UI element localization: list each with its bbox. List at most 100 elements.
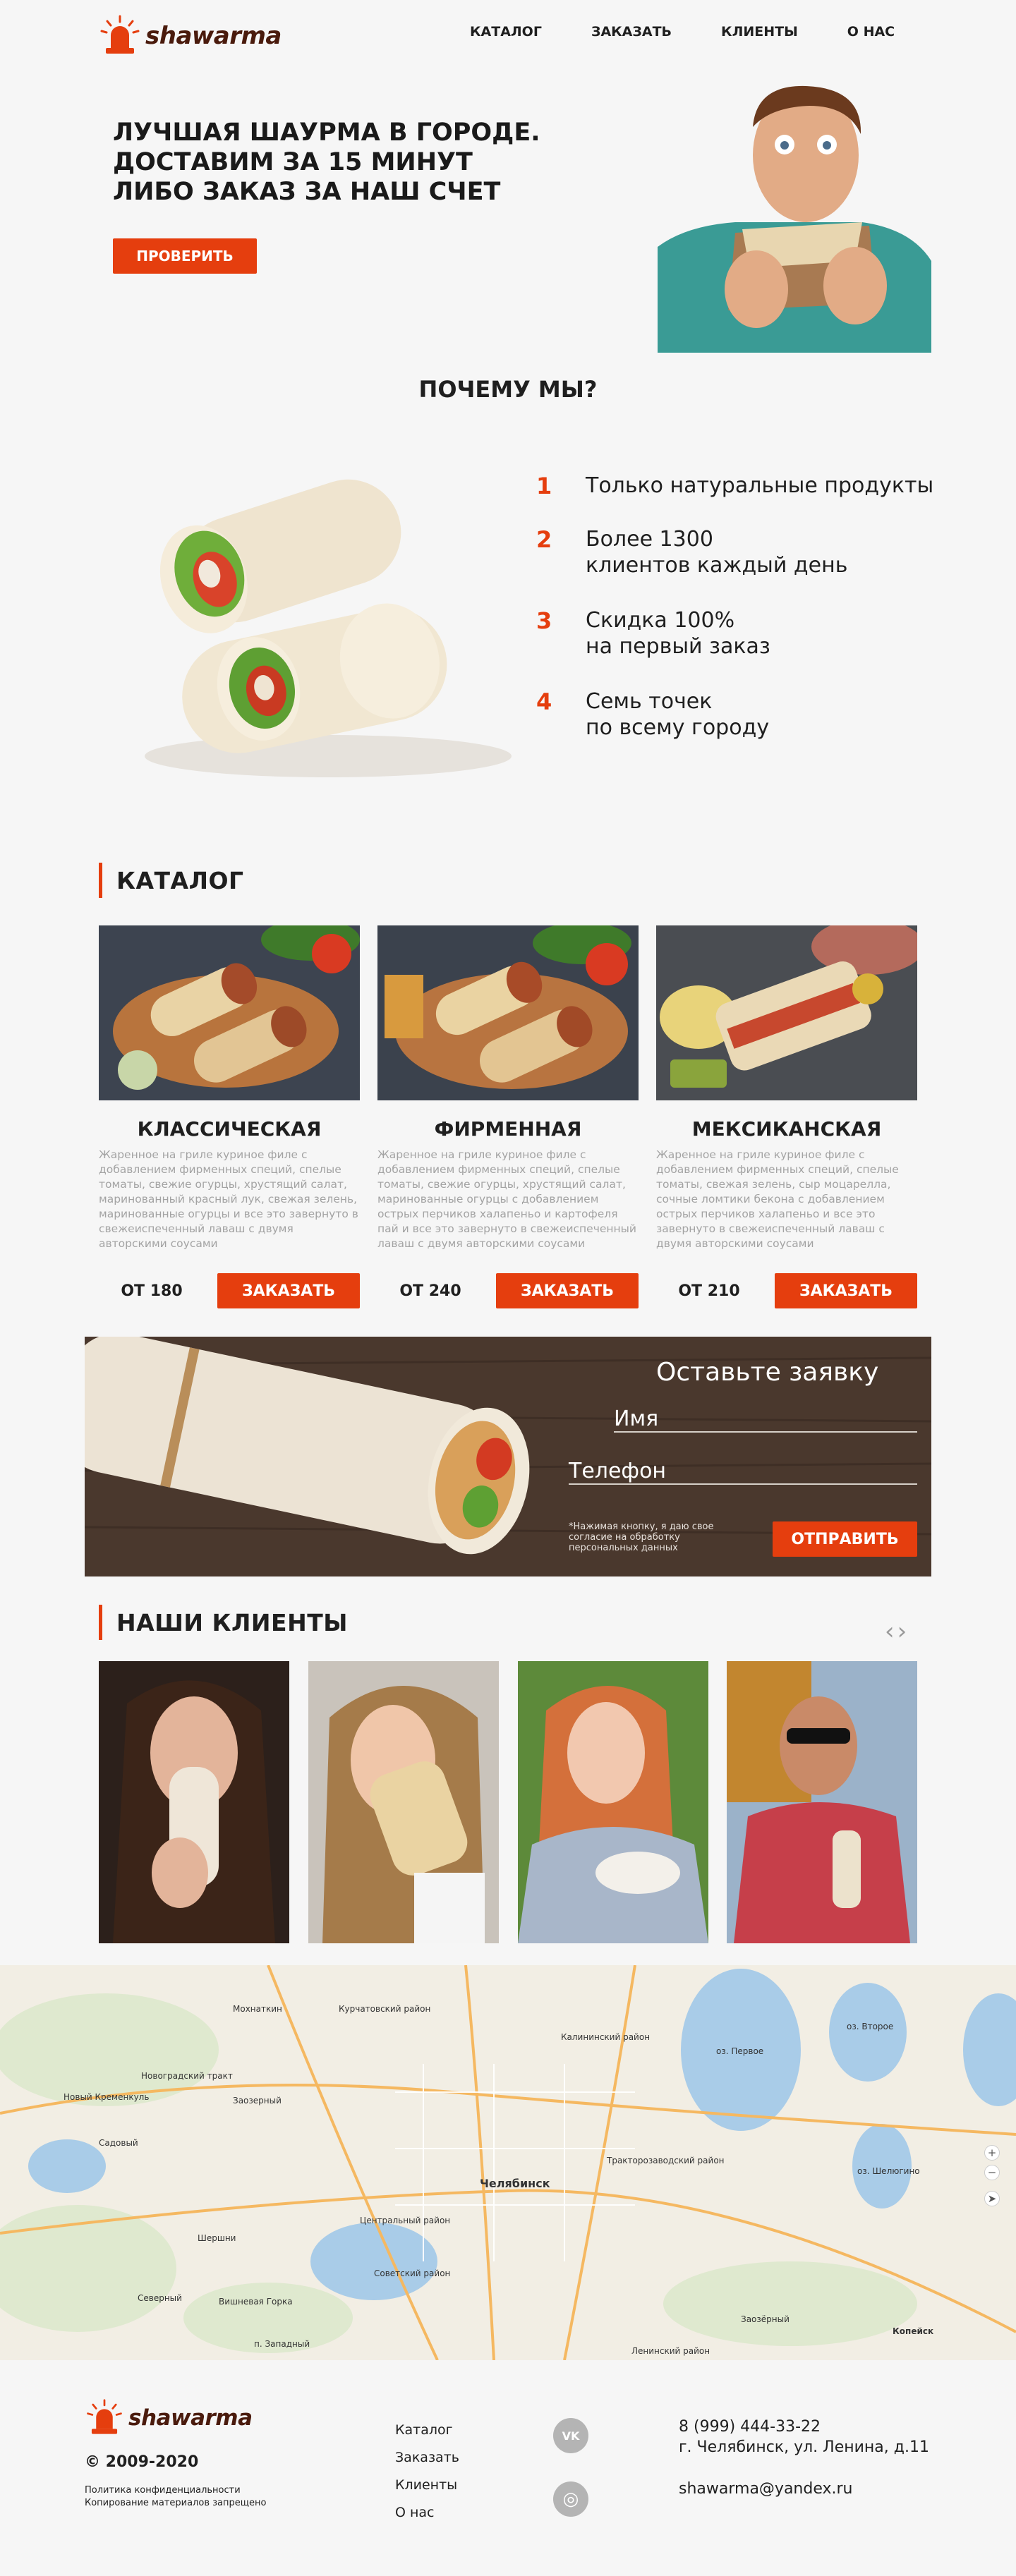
feature-line: Только натуральные продукты [586, 473, 934, 498]
map-label: Тракторозаводский район [607, 2156, 725, 2165]
map-label: Советский район [374, 2268, 451, 2278]
map-label: Копейск [893, 2326, 934, 2336]
map-label: Шершни [198, 2233, 236, 2243]
map-label: Ленинский район [631, 2346, 710, 2356]
client-photo [308, 1661, 499, 1943]
feature-line: на первый заказ [586, 634, 770, 659]
chevron-right-icon[interactable]: › [897, 1617, 910, 1646]
map-label: Калининский район [561, 2032, 651, 2042]
brand-name: shawarma [145, 22, 282, 50]
map-label: Садовый [99, 2138, 138, 2148]
location-map[interactable]: Мохнаткин Курчатовский район Калининский… [0, 1965, 1016, 2360]
feature-number: 2 [536, 526, 552, 553]
map-label: Центральный район [360, 2216, 451, 2225]
hero-photo [658, 78, 931, 353]
privacy-policy-link[interactable]: Политика конфиденциальности [85, 2484, 266, 2497]
header-logo[interactable]: shawarma [99, 14, 310, 58]
phone-number[interactable]: 8 (999) 444-33-22 [679, 2417, 929, 2437]
feature-item: 2 Более 1300 клиентов каждый день [536, 526, 960, 578]
copyright: © 2009-2020 [85, 2453, 199, 2471]
consent-line: *Нажимая кнопку, я даю свое [569, 1521, 714, 1532]
map-label: Заозерный [233, 2096, 282, 2106]
feature-line: Более 1300 [586, 527, 713, 552]
instagram-icon[interactable]: ◎ [553, 2481, 588, 2517]
feature-line: по всему городу [586, 715, 770, 740]
map-label: Северный [138, 2293, 182, 2303]
nav-catalog[interactable]: КАТАЛОГ [470, 24, 542, 40]
siren-icon [99, 14, 141, 58]
product-description: Жаренное на гриле куриное филе с добавле… [656, 1148, 899, 1250]
check-button[interactable]: ПРОВЕРИТЬ [113, 238, 257, 274]
send-button[interactable]: ОТПРАВИТЬ [773, 1521, 917, 1557]
footer-logo[interactable]: shawarma [85, 2398, 282, 2438]
phone-field[interactable]: Телефон [569, 1452, 917, 1485]
copy-notice: Копирование материалов запрещено [85, 2498, 267, 2508]
chevron-left-icon[interactable]: ‹ [885, 1617, 897, 1646]
map-label: Новоградский тракт [141, 2071, 233, 2081]
carousel-arrows: ‹› [885, 1617, 909, 1646]
footer-nav-catalog[interactable]: Каталог [395, 2417, 459, 2444]
catalog-title: КАТАЛОГ [116, 866, 244, 894]
hero-title-line: ЛИБО ЗАКАЗ ЗА НАШ СЧЕТ [113, 178, 501, 206]
zoom-in-button[interactable]: + [984, 2145, 1000, 2161]
feature-item: 4 Семь точек по всему городу [536, 688, 960, 741]
consent-line: согласие на обработку [569, 1532, 680, 1543]
map-label: Мохнаткин [233, 2004, 282, 2014]
clients-heading: НАШИ КЛИЕНТЫ [99, 1605, 348, 1640]
client-photo [518, 1661, 708, 1943]
client-photo [99, 1661, 289, 1943]
client-photo [727, 1661, 917, 1943]
product-name: КЛАССИЧЕСКАЯ [137, 1117, 322, 1141]
heading-accent-bar [99, 863, 102, 898]
nav-order[interactable]: ЗАКАЗАТЬ [591, 24, 672, 40]
vk-icon[interactable]: VK [553, 2418, 588, 2453]
product-price: ОТ 240 [399, 1282, 461, 1300]
product-price: ОТ 210 [678, 1282, 740, 1300]
feature-text: Более 1300 клиентов каждый день [586, 526, 847, 578]
heading-accent-bar [99, 1605, 102, 1640]
shawarma-rolls-photo [95, 446, 533, 786]
map-label: оз. Шелюгино [857, 2166, 920, 2176]
product-order-row: ОТ 240 ЗАКАЗАТЬ [377, 1273, 639, 1308]
consent-line: персональных данных [569, 1543, 678, 1553]
locate-icon[interactable]: ➤ [984, 2191, 1000, 2206]
hero-title: ЛУЧШАЯ ШАУРМА В ГОРОДЕ. ДОСТАВИМ ЗА 15 М… [113, 118, 540, 207]
feature-number: 1 [536, 473, 552, 499]
zoom-out-button[interactable]: − [984, 2165, 1000, 2180]
order-button[interactable]: ЗАКАЗАТЬ [217, 1273, 360, 1308]
name-field[interactable]: Имя [614, 1400, 917, 1433]
nav-clients[interactable]: КЛИЕНТЫ [721, 24, 798, 40]
feature-line: Скидка 100% [586, 608, 735, 633]
order-button[interactable]: ЗАКАЗАТЬ [775, 1273, 917, 1308]
main-nav: КАТАЛОГ ЗАКАЗАТЬ КЛИЕНТЫ О НАС [470, 24, 944, 40]
order-button[interactable]: ЗАКАЗАТЬ [496, 1273, 639, 1308]
footer-nav-about[interactable]: О нас [395, 2499, 459, 2527]
map-label: п. Западный [254, 2339, 310, 2349]
feature-text: Только натуральные продукты [586, 473, 933, 499]
footer-nav: Каталог Заказать Клиенты О нас [395, 2417, 459, 2527]
product-photo [377, 925, 639, 1100]
clients-title: НАШИ КЛИЕНТЫ [116, 1608, 348, 1636]
feature-line: Семь точек [586, 689, 713, 714]
footer-nav-clients[interactable]: Клиенты [395, 2472, 459, 2499]
order-form-banner: Оставьте заявку Имя Телефон *Нажимая кно… [85, 1337, 931, 1576]
feature-number: 4 [536, 688, 552, 715]
product-photo [99, 925, 360, 1100]
map-label: Курчатовский район [339, 2004, 431, 2014]
siren-icon [87, 2399, 122, 2434]
name-label: Имя [614, 1407, 659, 1431]
nav-about[interactable]: О НАС [847, 24, 895, 40]
feature-line: клиентов каждый день [586, 553, 848, 578]
footer-nav-order[interactable]: Заказать [395, 2444, 459, 2472]
map-label: оз. Первое [716, 2046, 764, 2056]
product-description: Жаренное на гриле куриное филе с добавле… [99, 1148, 358, 1250]
feature-item: 3 Скидка 100% на первый заказ [536, 607, 960, 660]
map-label: Новый Кременкуль [64, 2092, 150, 2102]
footer-brand-name: shawarma [128, 2405, 253, 2431]
feature-number: 3 [536, 607, 552, 634]
product-card: КЛАССИЧЕСКАЯ Жаренное на гриле куриное ф… [99, 925, 360, 1315]
email-link[interactable]: shawarma@yandex.ru [679, 2479, 853, 2499]
address: г. Челябинск, ул. Ленина, д.11 [679, 2438, 929, 2456]
product-card: МЕКСИКАНСКАЯ Жаренное на гриле куриное ф… [656, 925, 917, 1315]
product-price: ОТ 180 [121, 1282, 183, 1300]
